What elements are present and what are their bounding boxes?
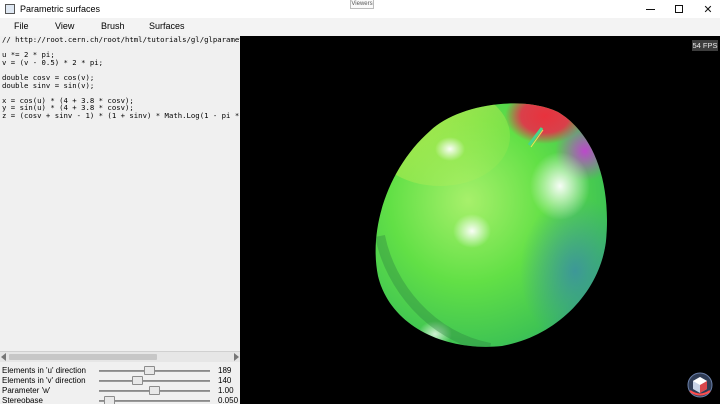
code-editor[interactable]: // http://root.cern.ch/root/html/tutoria… <box>0 36 240 351</box>
fps-counter: 54 FPS <box>692 40 718 51</box>
param-value: 0.050 <box>218 396 239 404</box>
param-value: 189 <box>218 366 232 375</box>
param-value: 1.00 <box>218 386 234 395</box>
code-line: v = (v - 0.5) * 2 * pi; <box>2 57 104 67</box>
code-line: z = (cosv + sinv - 1) * (1 + sinv) * Mat… <box>2 110 240 120</box>
code-line: double sinv = sin(v); <box>2 80 95 90</box>
scroll-left-icon[interactable] <box>1 353 6 361</box>
app-icon <box>5 4 15 14</box>
param-value: 140 <box>218 376 232 385</box>
menu-view[interactable]: View <box>55 21 74 31</box>
param-label: Elements in 'u' direction <box>2 366 86 375</box>
code-line: // http://root.cern.ch/root/html/tutoria… <box>2 36 240 44</box>
3d-viewport[interactable]: 54 FPS <box>240 36 720 404</box>
maximize-button[interactable] <box>665 0 693 18</box>
menu-bar: File View Brush Surfaces <box>0 18 720 36</box>
slider-thumb[interactable] <box>149 386 160 395</box>
param-row-w: Parameter 'w' 1.00 <box>0 386 240 396</box>
param-label: Parameter 'w' <box>2 386 51 395</box>
scroll-right-icon[interactable] <box>234 353 239 361</box>
minimize-icon <box>645 8 655 10</box>
param-label: Elements in 'v' direction <box>2 376 86 385</box>
param-row-stereobase: Stereobase 0.050 <box>0 396 240 404</box>
slider-thumb[interactable] <box>144 366 155 375</box>
slider-thumb[interactable] <box>104 396 115 404</box>
scrollbar-thumb[interactable] <box>9 354 157 360</box>
cube-logo-icon <box>687 372 713 398</box>
editor-horizontal-scrollbar[interactable] <box>0 351 240 362</box>
close-icon: ✕ <box>703 3 713 16</box>
parametric-surface[interactable] <box>240 36 720 404</box>
v-elements-slider[interactable] <box>99 380 210 382</box>
window-title: Parametric surfaces <box>20 4 101 14</box>
maximize-icon <box>675 5 683 13</box>
menu-surfaces[interactable]: Surfaces <box>149 21 185 31</box>
param-label: Stereobase <box>2 396 43 404</box>
close-button[interactable]: ✕ <box>694 0 720 18</box>
menu-file[interactable]: File <box>14 21 29 31</box>
param-row-v: Elements in 'v' direction 140 <box>0 376 240 386</box>
parameter-panel: Elements in 'u' direction 189 Elements i… <box>0 362 240 404</box>
param-row-u: Elements in 'u' direction 189 <box>0 366 240 376</box>
stereobase-slider[interactable] <box>99 400 210 402</box>
top-marker: Viewers <box>350 0 374 9</box>
slider-thumb[interactable] <box>132 376 143 385</box>
menu-brush[interactable]: Brush <box>101 21 125 31</box>
minimize-button[interactable] <box>636 0 664 18</box>
